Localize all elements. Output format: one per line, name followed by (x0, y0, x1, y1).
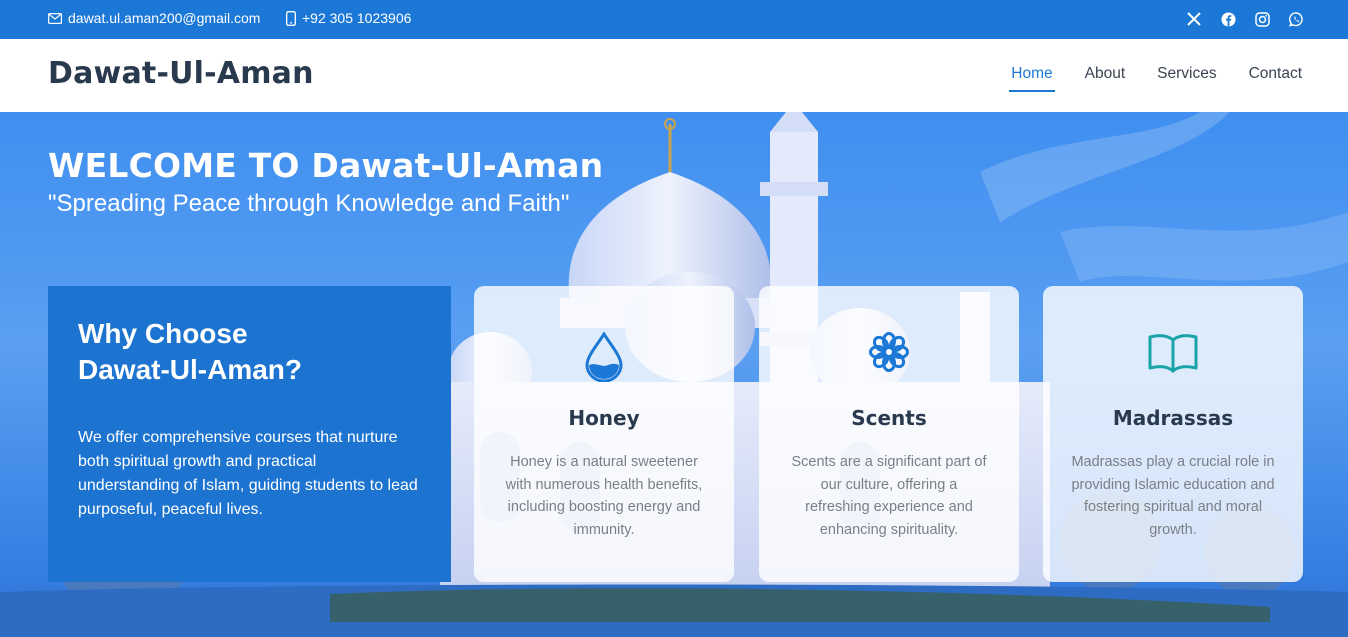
why-choose-text: We offer comprehensive courses that nurt… (78, 429, 418, 518)
why-title-line1: Why Choose (78, 318, 248, 349)
card-text: Honey is a natural sweetener with numero… (505, 454, 703, 538)
instagram-icon[interactable] (1254, 10, 1270, 28)
service-card-honey[interactable]: Honey Honey is a natural sweetener with … (474, 286, 734, 582)
hero-section: WELCOME TO Dawat-Ul-Aman "Spreading Peac… (0, 112, 1348, 637)
email-contact[interactable]: dawat.ul.aman200@gmail.com (48, 10, 260, 26)
nav-contact[interactable]: Contact (1249, 65, 1302, 92)
site-logo[interactable]: Dawat-Ul-Aman (48, 56, 314, 91)
service-card-scents[interactable]: Scents Scents are a significant part of … (759, 286, 1019, 582)
top-bar: dawat.ul.aman200@gmail.com +92 305 10239… (0, 0, 1348, 39)
service-card-madrassas[interactable]: Madrassas Madrassas play a crucial role … (1043, 286, 1303, 582)
facebook-icon[interactable] (1220, 10, 1236, 28)
whatsapp-icon[interactable] (1288, 10, 1304, 28)
envelope-icon (48, 12, 62, 24)
email-text: dawat.ul.aman200@gmail.com (68, 10, 261, 26)
nav-services[interactable]: Services (1157, 65, 1216, 92)
why-title-line2: Dawat-Ul-Aman? (78, 354, 303, 385)
main-nav: Home About Services Contact (1009, 65, 1302, 92)
x-icon[interactable] (1186, 10, 1202, 28)
card-title: Madrassas (1112, 406, 1234, 430)
why-choose-title: Why Choose Dawat-Ul-Aman? (78, 316, 421, 388)
social-links (1186, 10, 1304, 28)
hero-title: WELCOME TO Dawat-Ul-Aman (48, 146, 604, 185)
book-icon (1043, 332, 1303, 388)
card-title: Scents (851, 406, 927, 430)
nav-home[interactable]: Home (1009, 65, 1056, 92)
phone-text: +92 305 1023906 (302, 10, 412, 26)
hero-subtitle: "Spreading Peace through Knowledge and F… (48, 190, 570, 217)
water-drop-icon (474, 332, 734, 388)
flower-icon (759, 332, 1019, 388)
phone-icon (286, 10, 296, 26)
phone-contact[interactable]: +92 305 1023906 (286, 10, 411, 26)
why-choose-panel: Why Choose Dawat-Ul-Aman? We offer compr… (48, 286, 451, 582)
site-header: Dawat-Ul-Aman Home About Services Contac… (0, 39, 1348, 112)
nav-about[interactable]: About (1085, 65, 1126, 92)
card-title: Honey (568, 406, 640, 430)
card-text: Madrassas play a crucial role in providi… (1071, 454, 1275, 538)
card-text: Scents are a significant part of our cul… (791, 454, 987, 538)
